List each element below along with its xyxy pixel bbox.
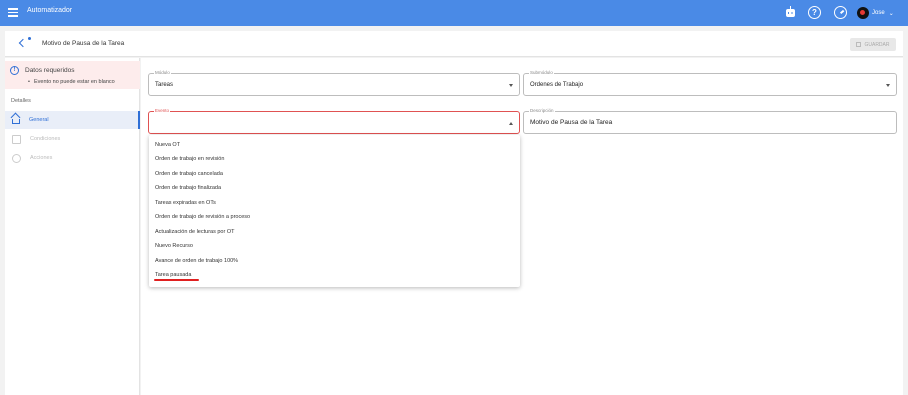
dropdown-option[interactable]: Avance de orden de trabajo 100% <box>155 258 238 264</box>
dropdown-option[interactable]: Orden de trabajo finalizada <box>155 185 221 191</box>
user-menu[interactable]: Jose ⌄ <box>857 6 894 20</box>
field-label: Evento <box>154 108 171 113</box>
dropdown-option[interactable]: Tareas expiradas en OTs <box>155 200 216 206</box>
dropdown-option[interactable]: Orden de trabajo en revisión <box>155 156 224 162</box>
actions-icon <box>12 153 21 163</box>
robot-icon[interactable] <box>782 5 798 21</box>
back-arrow-icon <box>18 38 28 48</box>
section-label: Detalles <box>11 98 31 104</box>
help-icon[interactable]: ? <box>808 6 821 19</box>
sidebar-item-general[interactable]: General <box>5 111 140 129</box>
sidebar-item-label: Condiciones <box>30 136 61 142</box>
field-value: Motivo de Pausa de la Tarea <box>530 119 613 126</box>
alert-item: Evento no puede estar en blanco <box>28 79 115 85</box>
menu-icon[interactable] <box>8 8 18 17</box>
submodulo-select[interactable]: Submódulo Ordenes de Trabajo <box>523 70 897 96</box>
dropdown-option[interactable]: Actualización de lecturas por OT <box>155 229 234 235</box>
dropdown-option[interactable]: Nueva OT <box>155 142 180 148</box>
app-title: Automatizador <box>27 7 73 14</box>
field-label: Descripción <box>529 108 555 113</box>
sidebar: ! Datos requeridos Evento no puede estar… <box>5 58 140 395</box>
avatar <box>857 7 869 19</box>
alert-title: Datos requeridos <box>25 67 75 74</box>
page-header: Motivo de Pausa de la Tarea GUARDAR <box>5 31 903 57</box>
sidebar-item-condiciones[interactable]: Condiciones <box>5 130 140 148</box>
caret-up-icon <box>509 122 513 125</box>
top-app-bar: Automatizador ? Jose ⌄ <box>0 0 908 26</box>
conditions-icon <box>12 134 21 144</box>
back-dot <box>28 37 31 40</box>
save-button[interactable]: GUARDAR <box>850 38 896 51</box>
evento-dropdown: Nueva OT Orden de trabajo en revisión Or… <box>149 135 520 287</box>
page-title: Motivo de Pausa de la Tarea <box>42 40 125 47</box>
sidebar-item-acciones[interactable]: Acciones <box>5 149 140 167</box>
back-button[interactable] <box>18 37 32 51</box>
evento-select[interactable]: Evento <box>148 108 520 134</box>
sidebar-item-label: Acciones <box>30 155 53 161</box>
save-icon <box>856 42 862 47</box>
user-name: Jose <box>872 10 885 16</box>
caret-down-icon <box>886 84 890 87</box>
field-label: Módulo <box>154 70 171 75</box>
home-icon <box>12 119 20 124</box>
info-icon: ! <box>10 66 19 75</box>
dashboard-icon[interactable] <box>834 6 847 19</box>
highlight-underline <box>154 279 199 281</box>
modulo-select[interactable]: Módulo Tareas <box>148 70 520 96</box>
dropdown-option[interactable]: Orden de trabajo de revisión a proceso <box>155 214 250 220</box>
field-label: Submódulo <box>529 70 554 75</box>
chevron-down-icon: ⌄ <box>888 10 894 17</box>
save-button-label: GUARDAR <box>864 41 890 48</box>
dropdown-option[interactable]: Nuevo Recurso <box>155 243 193 249</box>
dropdown-option[interactable]: Orden de trabajo cancelada <box>155 171 223 177</box>
validation-alert: ! Datos requeridos Evento no puede estar… <box>5 61 140 89</box>
dropdown-option-tarea-pausada[interactable]: Tarea pausada <box>155 272 191 278</box>
field-value: Ordenes de Trabajo <box>530 82 584 88</box>
sidebar-item-label: General <box>29 117 49 123</box>
descripcion-field[interactable]: Descripción Motivo de Pausa de la Tarea <box>523 108 897 134</box>
field-value: Tareas <box>155 82 174 88</box>
caret-down-icon <box>509 84 513 87</box>
